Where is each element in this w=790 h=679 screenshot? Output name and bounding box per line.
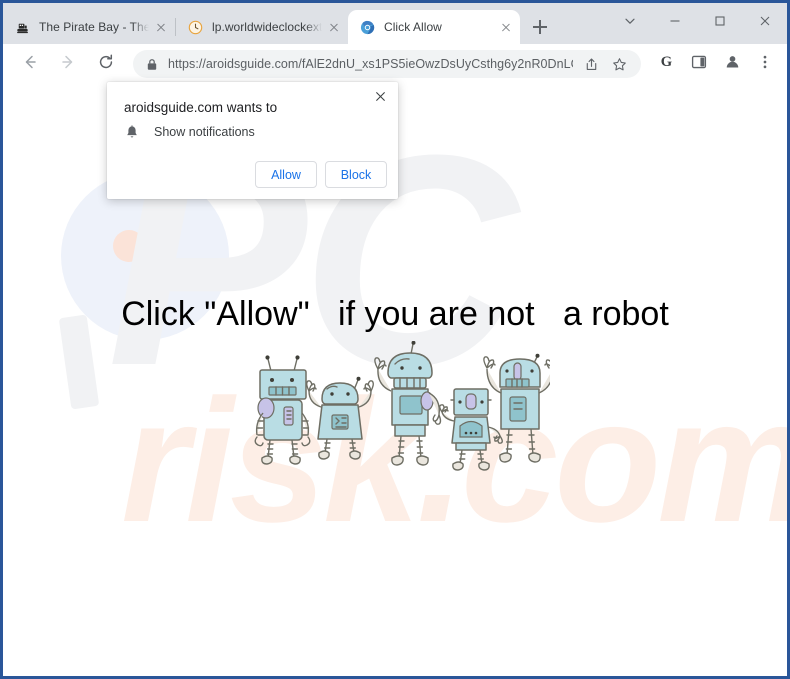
close-icon — [375, 89, 386, 107]
profile-button[interactable] — [718, 50, 746, 78]
back-button[interactable] — [16, 50, 44, 78]
chevron-down-icon — [624, 15, 636, 27]
permission-option-label: Show notifications — [154, 125, 255, 139]
dialog-close-button[interactable] — [370, 88, 390, 108]
tab-close-button[interactable] — [498, 19, 514, 35]
chrome-menu-button[interactable] — [751, 50, 779, 78]
google-extension-button[interactable]: G — [652, 50, 680, 78]
address-bar-text: https://aroidsguide.com/fAlE2dnU_xs1PS5i… — [168, 57, 573, 71]
google-g-icon: G — [658, 53, 675, 75]
side-panel-icon — [691, 54, 707, 75]
window-controls — [607, 3, 787, 39]
bell-icon — [124, 124, 140, 140]
reload-icon — [97, 53, 115, 76]
tab-close-button[interactable] — [326, 19, 342, 35]
allow-button[interactable]: Allow — [255, 161, 317, 188]
page-headline: Click "Allow" if you are not a robot — [121, 295, 669, 333]
tab-title: Click Allow — [384, 20, 442, 34]
address-bar[interactable]: https://aroidsguide.com/fAlE2dnU_xs1PS5i… — [133, 50, 641, 78]
lock-icon — [146, 58, 159, 71]
share-icon[interactable] — [581, 57, 601, 72]
reload-button[interactable] — [92, 50, 120, 78]
notification-permission-dialog: aroidsguide.com wants to Show notificati… — [107, 82, 398, 199]
robots-illustration: .bd { fill:#b9dde4; stroke:#6e6e64; stro… — [246, 340, 557, 471]
close-button[interactable] — [742, 3, 787, 39]
new-tab-button[interactable] — [526, 13, 554, 41]
forward-button[interactable] — [54, 50, 82, 78]
kebab-menu-icon — [757, 54, 773, 75]
minimize-icon — [669, 15, 681, 27]
browser-toolbar: https://aroidsguide.com/fAlE2dnU_xs1PS5i… — [3, 44, 787, 84]
pirate-ship-icon — [14, 19, 30, 35]
tab-title: The Pirate Bay - The gala — [39, 20, 149, 34]
clock-icon — [187, 19, 203, 35]
tab-search-button[interactable] — [607, 3, 652, 39]
side-panel-button[interactable] — [685, 50, 713, 78]
svg-text:G: G — [660, 54, 671, 70]
arrow-left-icon — [21, 53, 39, 76]
dialog-title: aroidsguide.com wants to — [124, 100, 278, 115]
close-icon — [759, 15, 771, 27]
tab-worldwideclock[interactable]: lp.worldwideclockextens — [176, 10, 348, 44]
minimize-button[interactable] — [652, 3, 697, 39]
maximize-icon — [714, 15, 726, 27]
tab-close-button[interactable] — [153, 19, 169, 35]
browser-window: The Pirate Bay - The gala lp.worldwidecl… — [0, 0, 790, 679]
tab-pirate-bay[interactable]: The Pirate Bay - The gala — [3, 10, 175, 44]
maximize-button[interactable] — [697, 3, 742, 39]
star-icon[interactable] — [609, 57, 629, 72]
block-button[interactable]: Block — [325, 161, 387, 188]
permission-option-row: Show notifications — [124, 124, 255, 140]
avatar-icon — [724, 53, 741, 75]
tab-click-allow[interactable]: Click Allow — [348, 10, 520, 44]
dialog-actions: Allow Block — [255, 161, 387, 188]
tab-title: lp.worldwideclockextens — [212, 20, 322, 34]
arrow-right-icon — [59, 53, 77, 76]
chrome-icon — [359, 19, 375, 35]
